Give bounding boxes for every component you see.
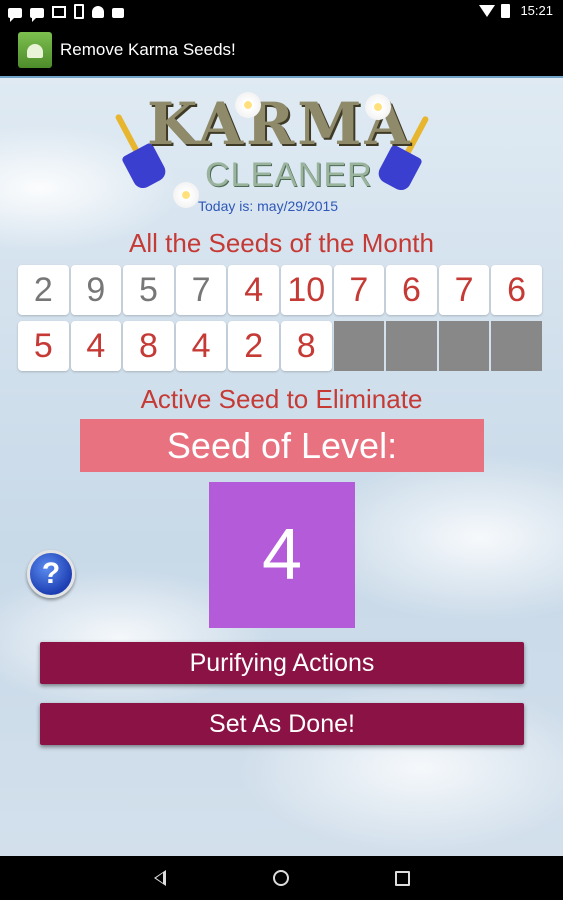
- lotus-flower-icon: [235, 92, 261, 118]
- seed-cell[interactable]: 6: [386, 265, 437, 315]
- seeds-title: All the Seeds of the Month: [129, 228, 434, 258]
- app-icon[interactable]: [18, 32, 52, 68]
- karma-cleaner-logo: KARMA CLEANER Today is: may/29/2015: [114, 90, 445, 220]
- seed-cell[interactable]: 7: [333, 265, 385, 315]
- lotus-flower-icon: [365, 94, 391, 120]
- action-bar: Remove Karma Seeds!: [0, 25, 563, 76]
- seed-cell[interactable]: 4: [175, 321, 227, 371]
- seed-cell[interactable]: 2: [18, 265, 69, 315]
- active-seed-title: Active Seed to Eliminate: [140, 384, 423, 414]
- lotus-flower-icon: [173, 182, 199, 208]
- chat-icon: [30, 7, 44, 22]
- battery-icon: [501, 3, 511, 18]
- seed-cell[interactable]: 4: [70, 321, 122, 371]
- shopping-bag-icon: [112, 7, 124, 18]
- image-icon: [52, 5, 66, 18]
- notification-icons: [8, 4, 124, 22]
- navigation-bar: [0, 856, 563, 900]
- android-icon: [92, 5, 104, 18]
- message-icon: [8, 7, 22, 22]
- empty-seed-cell: [491, 321, 542, 371]
- seed-cell[interactable]: 5: [123, 265, 174, 315]
- seed-row-2: 5 4 8 4 2 8: [18, 321, 542, 371]
- empty-seed-cell: [386, 321, 437, 371]
- seed-cell[interactable]: 7: [175, 265, 227, 315]
- seed-row-1: 2 9 5 7 4 10 7 6 7 6: [18, 265, 542, 315]
- set-as-done-button[interactable]: Set As Done!: [40, 703, 524, 745]
- status-bar: 15:21: [0, 0, 563, 25]
- wifi-icon: [479, 4, 496, 17]
- seed-cell[interactable]: 5: [18, 321, 69, 371]
- phone-icon: [74, 4, 84, 19]
- today-date: Today is: may/29/2015: [198, 198, 339, 214]
- seed-cell[interactable]: 4: [228, 265, 279, 315]
- seed-cell[interactable]: 2: [228, 321, 279, 371]
- clock: 15:21: [520, 3, 553, 18]
- empty-seed-cell: [438, 321, 490, 371]
- seed-cell[interactable]: 9: [70, 265, 122, 315]
- help-button[interactable]: ?: [27, 550, 75, 598]
- purifying-actions-button[interactable]: Purifying Actions: [40, 642, 524, 684]
- logo-cleaner-text: CLEANER: [205, 156, 373, 194]
- empty-seed-cell: [333, 321, 385, 371]
- recent-apps-icon[interactable]: [395, 871, 410, 886]
- seed-cell[interactable]: 8: [123, 321, 174, 371]
- seed-cell[interactable]: 8: [280, 321, 332, 371]
- seed-grid: 2 9 5 7 4 10 7 6 7 6 5 4 8 4 2 8: [18, 265, 542, 377]
- seed-level-value: 4: [209, 482, 355, 628]
- main-content: KARMA CLEANER Today is: may/29/2015 All …: [0, 76, 563, 856]
- seed-cell[interactable]: 6: [491, 265, 542, 315]
- seed-cell[interactable]: 10: [280, 265, 332, 315]
- seed-cell[interactable]: 7: [438, 265, 490, 315]
- system-status: 15:21: [479, 3, 553, 18]
- seed-level-banner: Seed of Level:: [80, 419, 484, 472]
- app-title: Remove Karma Seeds!: [60, 40, 236, 59]
- back-icon[interactable]: [154, 870, 166, 886]
- home-icon[interactable]: [273, 870, 289, 886]
